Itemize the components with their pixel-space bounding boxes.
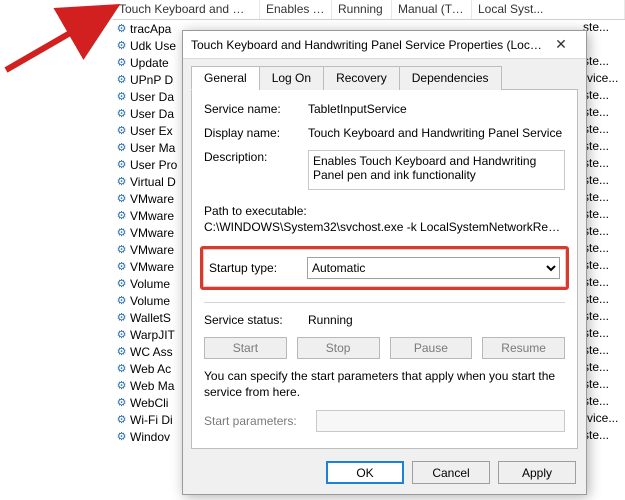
gear-icon: ⚙ [113, 277, 130, 290]
stop-button[interactable]: Stop [297, 337, 380, 359]
gear-icon: ⚙ [113, 192, 130, 205]
logon-fragment: ste... [583, 428, 625, 445]
gear-icon: ⚙ [113, 396, 130, 409]
logon-fragment: ste... [583, 207, 625, 224]
gear-icon: ⚙ [113, 362, 130, 375]
label-service-status: Service status: [204, 313, 308, 327]
dialog-title: Touch Keyboard and Handwriting Panel Ser… [191, 38, 542, 52]
general-tab-pane: Service name: TabletInputService Display… [191, 90, 578, 449]
gear-icon: ⚙ [113, 260, 130, 273]
column-logon-as[interactable]: Local Syst... [472, 0, 625, 19]
service-properties-dialog: Touch Keyboard and Handwriting Panel Ser… [182, 30, 587, 495]
gear-icon: ⚙ [113, 56, 130, 69]
gear-icon: ⚙ [113, 379, 130, 392]
gear-icon: ⚙ [113, 124, 130, 137]
logon-fragment: ste... [583, 292, 625, 309]
gear-icon: ⚙ [113, 430, 130, 443]
value-description[interactable] [308, 150, 565, 190]
dialog-button-row: OK Cancel Apply [183, 457, 586, 494]
gear-icon: ⚙ [113, 294, 130, 307]
logon-fragment: ste... [583, 224, 625, 241]
pause-button[interactable]: Pause [390, 337, 473, 359]
gear-icon: ⚙ [113, 141, 130, 154]
value-path: C:\WINDOWS\System32\svchost.exe -k Local… [204, 220, 565, 234]
gear-icon: ⚙ [113, 226, 130, 239]
logon-fragment: ste... [583, 156, 625, 173]
logon-fragment: ste... [583, 343, 625, 360]
start-parameters-hint: You can specify the start parameters tha… [204, 369, 565, 400]
apply-button[interactable]: Apply [498, 461, 576, 484]
tab-dependencies[interactable]: Dependencies [399, 66, 502, 90]
logon-fragment: ste... [583, 122, 625, 139]
cancel-button[interactable]: Cancel [412, 461, 490, 484]
label-start-parameters: Start parameters: [204, 414, 308, 428]
gear-icon: ⚙ [113, 311, 130, 324]
gear-icon: ⚙ [113, 175, 130, 188]
ok-button[interactable]: OK [326, 461, 404, 484]
logon-fragment: ste... [583, 54, 625, 71]
logon-fragment: ste... [583, 360, 625, 377]
separator [204, 302, 565, 303]
label-service-name: Service name: [204, 102, 308, 116]
value-service-name: TabletInputService [308, 102, 565, 116]
gear-icon: ⚙ [113, 209, 130, 222]
startup-type-select[interactable]: Automatic (Delayed Start)AutomaticManual… [307, 257, 560, 279]
column-startup-type[interactable]: Manual (Trig... [392, 0, 472, 19]
startup-type-highlight: Startup type: Automatic (Delayed Start)A… [200, 246, 569, 290]
gear-icon: ⚙ [113, 413, 130, 426]
column-description[interactable]: Enables Tou... [260, 0, 332, 19]
logon-fragment: ste... [583, 377, 625, 394]
tab-recovery[interactable]: Recovery [323, 66, 400, 90]
logon-fragment [583, 37, 625, 54]
column-name[interactable]: Touch Keyboard and Hand... [113, 0, 260, 19]
logon-fragment: ste... [583, 139, 625, 156]
logon-fragment: ste... [583, 326, 625, 343]
label-display-name: Display name: [204, 126, 308, 140]
start-button[interactable]: Start [204, 337, 287, 359]
logon-fragment: rvice... [583, 71, 625, 88]
logon-fragment: ste... [583, 258, 625, 275]
dialog-titlebar[interactable]: Touch Keyboard and Handwriting Panel Ser… [183, 31, 586, 59]
gear-icon: ⚙ [113, 328, 130, 341]
logon-fragment: ste... [583, 173, 625, 190]
label-description: Description: [204, 150, 308, 164]
value-display-name: Touch Keyboard and Handwriting Panel Ser… [308, 126, 565, 140]
logon-fragment: ste... [583, 190, 625, 207]
logon-fragment: ste... [583, 309, 625, 326]
logon-fragment: ste... [583, 20, 625, 37]
dialog-tabs: GeneralLog OnRecoveryDependencies [191, 65, 578, 90]
gear-icon: ⚙ [113, 39, 130, 52]
label-startup-type: Startup type: [209, 261, 307, 275]
gear-icon: ⚙ [113, 90, 130, 103]
services-columns-header: Touch Keyboard and Hand... Enables Tou..… [113, 0, 625, 20]
gear-icon: ⚙ [113, 73, 130, 86]
label-path: Path to executable: [204, 204, 565, 218]
resume-button[interactable]: Resume [482, 337, 565, 359]
value-service-status: Running [308, 313, 565, 327]
logon-fragment: ste... [583, 105, 625, 122]
gear-icon: ⚙ [113, 107, 130, 120]
gear-icon: ⚙ [113, 243, 130, 256]
logon-column-fragments: ste...ste...rvice...ste...ste...ste...st… [583, 20, 625, 445]
gear-icon: ⚙ [113, 345, 130, 358]
tab-general[interactable]: General [191, 66, 260, 90]
logon-fragment: ste... [583, 275, 625, 292]
logon-fragment: ste... [583, 394, 625, 411]
start-parameters-input[interactable] [316, 410, 565, 432]
logon-fragment: ste... [583, 88, 625, 105]
tab-log-on[interactable]: Log On [259, 66, 324, 90]
logon-fragment: rvice... [583, 411, 625, 428]
gear-icon: ⚙ [113, 158, 130, 171]
column-status[interactable]: Running [332, 0, 392, 19]
close-icon[interactable]: ✕ [542, 34, 580, 56]
gear-icon: ⚙ [113, 22, 130, 35]
logon-fragment: ste... [583, 241, 625, 258]
